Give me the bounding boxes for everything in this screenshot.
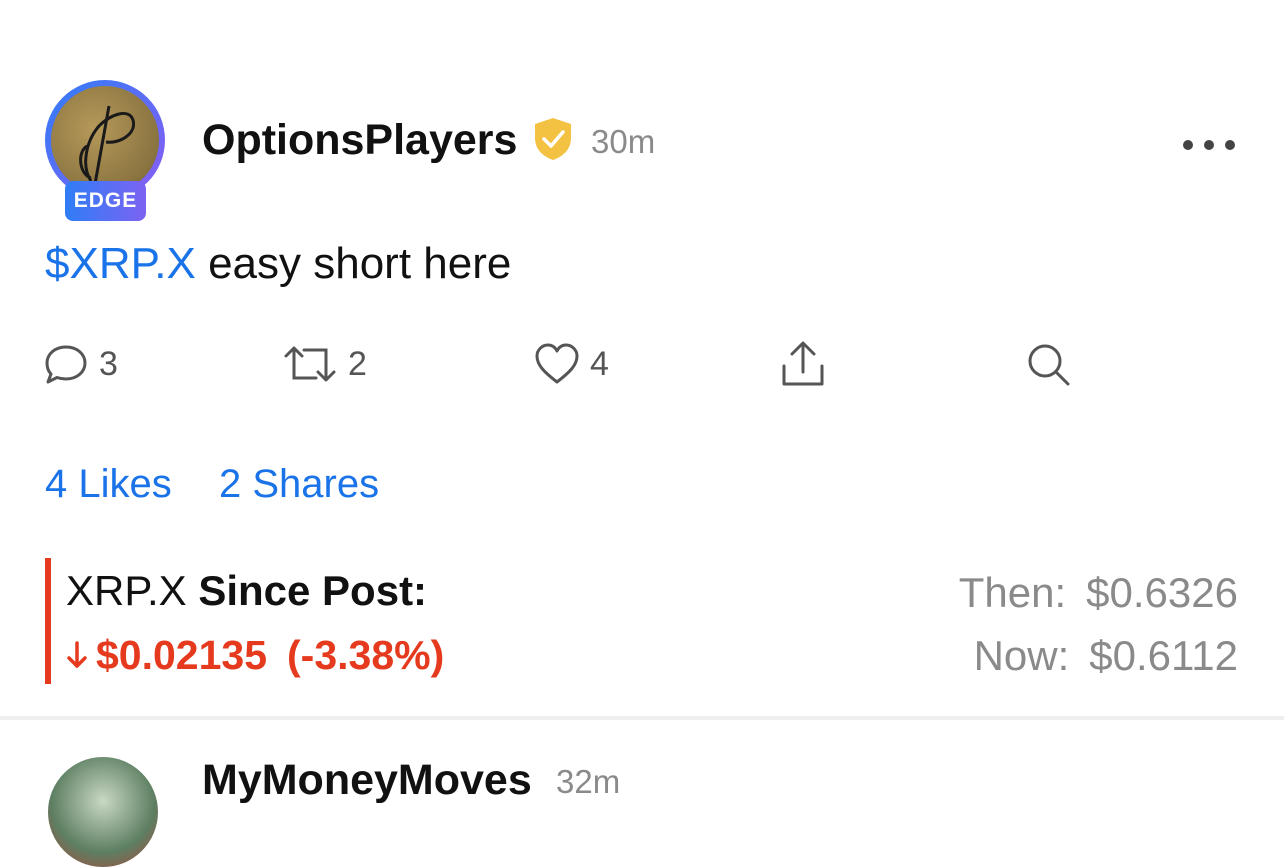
post-body: $XRP.X easy short here xyxy=(45,234,511,294)
post-text: easy short here xyxy=(195,239,512,288)
next-post-timestamp: 32m xyxy=(556,763,621,800)
share-icon[interactable] xyxy=(780,340,826,388)
comment-icon xyxy=(45,345,87,384)
avatar-image xyxy=(51,86,159,194)
verified-icon xyxy=(535,118,571,160)
comment-count: 3 xyxy=(99,344,118,383)
avatar-logo-icon xyxy=(79,105,136,185)
now-price-row: Now: $0.6112 xyxy=(974,629,1238,683)
ticker-link[interactable]: $XRP.X xyxy=(45,239,196,288)
change-percent: (-3.38%) xyxy=(287,632,445,678)
author-username[interactable]: OptionsPlayers xyxy=(202,112,517,168)
reshare-count: 2 xyxy=(348,344,367,383)
more-icon[interactable] xyxy=(1180,136,1238,154)
post-divider xyxy=(0,716,1284,720)
back-icon[interactable] xyxy=(40,0,70,10)
edge-badge: EDGE xyxy=(65,181,146,221)
next-post-username[interactable]: MyMoneyMoves xyxy=(202,752,532,808)
change-value: $0.02135 xyxy=(96,632,268,678)
down-arrow-icon xyxy=(67,641,87,668)
heart-icon xyxy=(535,343,579,384)
performance-symbol: XRP.X xyxy=(66,567,187,614)
likes-link[interactable]: 4 Likes xyxy=(45,458,172,510)
post-timestamp: 30m xyxy=(591,123,656,160)
since-post-label: Since Post: xyxy=(198,567,428,614)
like-button[interactable]: 4 xyxy=(534,340,609,388)
performance-change: $0.02135 (-3.38%) xyxy=(66,628,444,682)
search-icon[interactable] xyxy=(1026,342,1072,388)
reshare-icon xyxy=(284,346,336,382)
performance-title: XRP.X Since Post: xyxy=(66,564,427,618)
then-price-row: Then: $0.6326 xyxy=(959,566,1238,620)
reshare-button[interactable]: 2 xyxy=(282,340,367,388)
like-count: 4 xyxy=(590,344,609,383)
now-value: $0.6112 xyxy=(1089,632,1238,679)
comment-button[interactable]: 3 xyxy=(43,340,118,388)
now-label: Now: xyxy=(973,632,1070,679)
then-value: $0.6326 xyxy=(1086,569,1238,616)
next-post-avatar[interactable] xyxy=(48,757,158,867)
then-label: Then: xyxy=(958,569,1067,616)
performance-indicator-bar xyxy=(45,558,51,684)
shares-link[interactable]: 2 Shares xyxy=(219,458,379,510)
